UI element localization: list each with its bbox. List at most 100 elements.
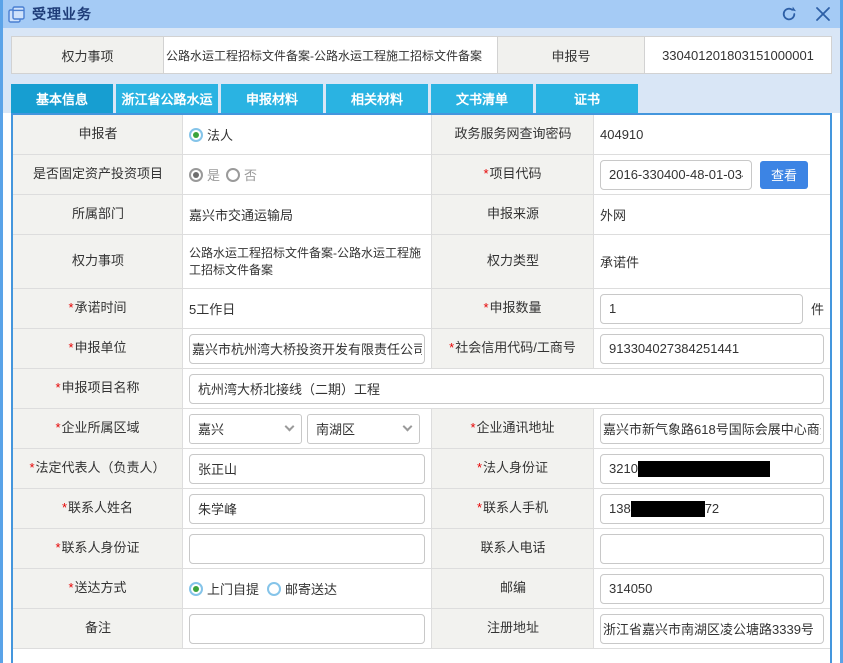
form-row: *联系人身份证 联系人电话 bbox=[13, 529, 830, 569]
form-row: *联系人姓名 *联系人手机 138 72 bbox=[13, 489, 830, 529]
header-power-item-value: 公路水运工程招标文件备案-公路水运工程施工招标文件备案 bbox=[164, 37, 498, 73]
project-code-label: *项目代码 bbox=[432, 155, 594, 195]
power-type-label: 权力类型 bbox=[432, 235, 594, 289]
form-row: *申报单位 *社会信用代码/工商号 bbox=[13, 329, 830, 369]
project-code-input[interactable] bbox=[600, 160, 752, 190]
power-item-label: 权力事项 bbox=[13, 235, 183, 289]
form-row: 所属部门 嘉兴市交通运输局 申报来源 外网 bbox=[13, 195, 830, 235]
power-type-value: 承诺件 bbox=[594, 235, 830, 289]
self-pickup-radio[interactable] bbox=[189, 582, 203, 596]
delivery-label: *送达方式 bbox=[13, 569, 183, 609]
mail-delivery-radio[interactable] bbox=[267, 582, 281, 596]
region-city-select[interactable]: 嘉兴 bbox=[189, 414, 302, 444]
redaction-block bbox=[638, 461, 770, 477]
declare-unit-cell bbox=[183, 329, 432, 369]
power-item-value: 公路水运工程招标文件备案-公路水运工程施工招标文件备案 bbox=[183, 235, 432, 289]
contact-name-label: *联系人姓名 bbox=[13, 489, 183, 529]
header-declare-no-value: 330401201803151000001 bbox=[645, 37, 831, 73]
form-row: *承诺时间 5工作日 *申报数量 件 bbox=[13, 289, 830, 329]
contact-mobile-cell: 138 72 bbox=[594, 489, 830, 529]
promise-time-label: *承诺时间 bbox=[13, 289, 183, 329]
tab-bar: 基本信息 浙江省公路水运 申报材料 相关材料 文书清单 证书 bbox=[11, 84, 832, 113]
refresh-icon[interactable] bbox=[779, 4, 799, 24]
reg-address-input[interactable] bbox=[600, 614, 824, 644]
legal-rep-label: *法定代表人（负责人） bbox=[13, 449, 183, 489]
header-summary: 权力事项 公路水运工程招标文件备案-公路水运工程施工招标文件备案 申报号 330… bbox=[11, 36, 832, 74]
legal-rep-input[interactable] bbox=[189, 454, 425, 484]
form-row: 备注 注册地址 bbox=[13, 609, 830, 649]
company-address-input[interactable] bbox=[600, 414, 824, 444]
promise-time-value: 5工作日 bbox=[183, 289, 432, 329]
contact-name-input[interactable] bbox=[189, 494, 425, 524]
chevron-down-icon bbox=[285, 422, 295, 432]
tab-declare-materials[interactable]: 申报材料 bbox=[221, 84, 323, 113]
header-declare-no-label: 申报号 bbox=[498, 37, 645, 73]
postcode-cell bbox=[594, 569, 830, 609]
legal-id-input[interactable]: 3210 bbox=[600, 454, 824, 484]
tab-basic-info[interactable]: 基本信息 bbox=[11, 84, 113, 113]
postcode-input[interactable] bbox=[600, 574, 824, 604]
titlebar: 受理业务 bbox=[0, 0, 843, 28]
declare-count-unit: 件 bbox=[811, 299, 824, 318]
project-name-cell bbox=[183, 369, 830, 409]
accept-business-dialog: 受理业务 权力事项 公路水运工程招标文件备案-公路水运工程施工招标文件备案 申报… bbox=[0, 0, 843, 663]
form-row: *申报项目名称 bbox=[13, 369, 830, 409]
redaction-block bbox=[631, 501, 705, 517]
tab-certificate[interactable]: 证书 bbox=[536, 84, 638, 113]
window-icon bbox=[8, 6, 25, 23]
remark-input[interactable] bbox=[189, 614, 425, 644]
query-password-value: 404910 bbox=[594, 115, 830, 155]
contact-id-input[interactable] bbox=[189, 534, 425, 564]
fixed-asset-yes-radio bbox=[189, 168, 203, 182]
credit-code-input[interactable] bbox=[600, 334, 824, 364]
fixed-asset-value: 是 否 bbox=[183, 155, 432, 195]
delivery-cell: 上门自提 邮寄送达 bbox=[183, 569, 432, 609]
company-address-label: *企业通讯地址 bbox=[432, 409, 594, 449]
declare-unit-input[interactable] bbox=[189, 334, 425, 364]
credit-code-label: *社会信用代码/工商号 bbox=[432, 329, 594, 369]
close-icon[interactable] bbox=[813, 4, 833, 24]
legal-id-label: *法人身份证 bbox=[432, 449, 594, 489]
source-value: 外网 bbox=[594, 195, 830, 235]
source-label: 申报来源 bbox=[432, 195, 594, 235]
reg-address-cell bbox=[594, 609, 830, 649]
chevron-down-icon bbox=[403, 422, 413, 432]
declarer-value: 法人 bbox=[183, 115, 432, 155]
tab-related-materials[interactable]: 相关材料 bbox=[326, 84, 428, 113]
department-label: 所属部门 bbox=[13, 195, 183, 235]
credit-code-cell bbox=[594, 329, 830, 369]
top-strip: 权力事项 公路水运工程招标文件备案-公路水运工程施工招标文件备案 申报号 330… bbox=[3, 28, 840, 113]
contact-id-cell bbox=[183, 529, 432, 569]
tab-zhejiang-highway-water[interactable]: 浙江省公路水运 bbox=[116, 84, 218, 113]
query-password-label: 政务服务网查询密码 bbox=[432, 115, 594, 155]
legal-id-cell: 3210 bbox=[594, 449, 830, 489]
region-district-select[interactable]: 南湖区 bbox=[307, 414, 420, 444]
project-name-label: *申报项目名称 bbox=[13, 369, 183, 409]
basic-info-panel: 申报者 法人 政务服务网查询密码 404910 是否固定资产投资项目 是 否 *… bbox=[11, 113, 832, 663]
department-value: 嘉兴市交通运输局 bbox=[183, 195, 432, 235]
declare-count-input[interactable] bbox=[600, 294, 803, 324]
remark-label: 备注 bbox=[13, 609, 183, 649]
declare-count-cell: 件 bbox=[594, 289, 830, 329]
form-row: 申报者 法人 政务服务网查询密码 404910 bbox=[13, 115, 830, 155]
tab-document-list[interactable]: 文书清单 bbox=[431, 84, 533, 113]
contact-id-label: *联系人身份证 bbox=[13, 529, 183, 569]
legal-person-radio[interactable] bbox=[189, 128, 203, 142]
fixed-asset-label: 是否固定资产投资项目 bbox=[13, 155, 183, 195]
contact-phone-cell bbox=[594, 529, 830, 569]
region-cell: 嘉兴 南湖区 bbox=[183, 409, 432, 449]
declarer-label: 申报者 bbox=[13, 115, 183, 155]
project-code-cell: 查看 bbox=[594, 155, 830, 195]
postcode-label: 邮编 bbox=[432, 569, 594, 609]
view-button[interactable]: 查看 bbox=[760, 161, 808, 189]
project-name-input[interactable] bbox=[189, 374, 824, 404]
dialog-title: 受理业务 bbox=[32, 4, 92, 24]
form-row: *企业所属区域 嘉兴 南湖区 *企业通讯地址 bbox=[13, 409, 830, 449]
header-power-item-label: 权力事项 bbox=[12, 37, 164, 73]
contact-phone-input[interactable] bbox=[600, 534, 824, 564]
contact-mobile-input[interactable]: 138 72 bbox=[600, 494, 824, 524]
declare-unit-label: *申报单位 bbox=[13, 329, 183, 369]
fixed-asset-no-radio bbox=[226, 168, 240, 182]
form-row: *送达方式 上门自提 邮寄送达 邮编 bbox=[13, 569, 830, 609]
region-label: *企业所属区域 bbox=[13, 409, 183, 449]
